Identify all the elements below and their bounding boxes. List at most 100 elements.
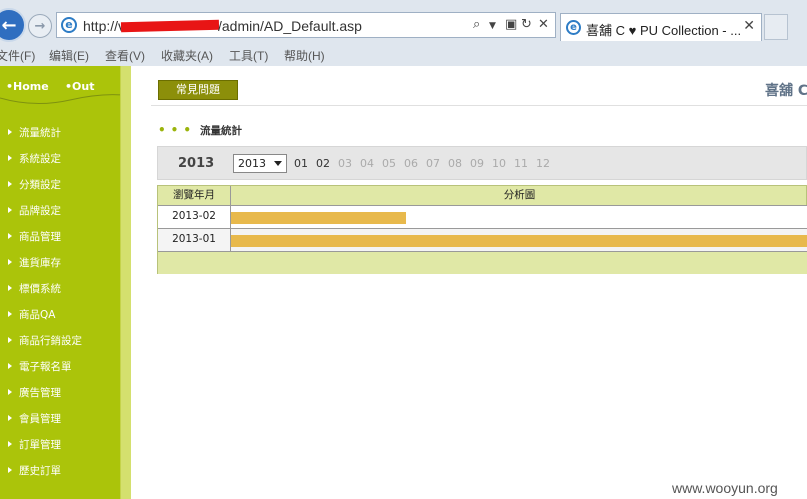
- url-path: /admin/AD_Default.asp: [218, 18, 362, 34]
- sidebar-item-ads[interactable]: 廣告管理: [8, 385, 61, 400]
- sidebar-item-label: 訂單管理: [19, 439, 61, 451]
- sidebar-item-label: 會員管理: [19, 413, 61, 425]
- redaction-mark: [120, 19, 220, 33]
- arrow-right-icon: [8, 389, 12, 395]
- month-link-05[interactable]: 05: [382, 157, 396, 170]
- sidebar-item-inventory[interactable]: 進貨庫存: [8, 255, 61, 270]
- sidebar-item-product-management[interactable]: 商品管理: [8, 229, 61, 244]
- table-row: 2013-01: [158, 228, 807, 251]
- sidebar-item-label: 標價系統: [19, 283, 61, 295]
- forward-arrow-icon: →: [34, 18, 46, 34]
- year-select[interactable]: 2013: [233, 154, 287, 173]
- menu-file[interactable]: 文件(F): [0, 44, 35, 64]
- header-divider: [151, 105, 807, 106]
- tab-close-icon[interactable]: ✕: [743, 18, 755, 34]
- menu-bar: 文件(F) 编辑(E) 查看(V) 收藏夹(A) 工具(T) 帮助(H): [0, 44, 807, 66]
- chevron-down-icon: [274, 161, 282, 166]
- sidebar-item-label: 歷史訂單: [19, 465, 61, 477]
- sidebar-item-product-qa[interactable]: 商品QA: [8, 307, 55, 322]
- sidebar-item-label: 分類設定: [19, 179, 61, 191]
- menu-help[interactable]: 帮助(H): [284, 44, 325, 64]
- bullet-dots-icon: •••: [158, 123, 197, 137]
- arrow-right-icon: [8, 441, 12, 447]
- traffic-bar: [231, 212, 406, 224]
- month-link-06[interactable]: 06: [404, 157, 418, 170]
- ie-logo-icon: e: [61, 17, 77, 33]
- sidebar-item-brand-settings[interactable]: 品牌設定: [8, 203, 61, 218]
- month-link-03[interactable]: 03: [338, 157, 352, 170]
- stop-icon[interactable]: ✕: [538, 17, 549, 32]
- arrow-right-icon: [8, 155, 12, 161]
- row-month: 2013-01: [158, 229, 231, 251]
- sidebar-item-pricing[interactable]: 標價系統: [8, 281, 61, 296]
- month-link-11[interactable]: 11: [514, 157, 528, 170]
- sidebar-item-label: 商品QA: [19, 309, 56, 321]
- sidebar-item-order-history[interactable]: 歷史訂單: [8, 463, 61, 478]
- url-prefix: http://v: [83, 18, 126, 34]
- arrow-right-icon: [8, 467, 12, 473]
- sidebar-item-label: 商品管理: [19, 231, 61, 243]
- section-title: ••• 流量統計: [158, 123, 242, 138]
- arrow-right-icon: [8, 311, 12, 317]
- main-content: 常見問題 喜舖 C ••• 流量統計 2013 2013 01 02 03 04 05 06…: [131, 66, 807, 499]
- month-link-09[interactable]: 09: [470, 157, 484, 170]
- arrow-right-icon: [8, 233, 12, 239]
- menu-edit[interactable]: 编辑(E): [49, 44, 89, 64]
- sidebar-item-label: 電子報名單: [19, 361, 72, 373]
- arrow-right-icon: [8, 363, 12, 369]
- back-button[interactable]: ←: [0, 8, 26, 42]
- table-row: 2013-02: [158, 205, 807, 228]
- sidebar-item-label: 進貨庫存: [19, 257, 61, 269]
- new-tab-button[interactable]: [764, 14, 788, 40]
- menu-favorites[interactable]: 收藏夹(A): [161, 44, 213, 64]
- section-title-text: 流量統計: [200, 125, 243, 137]
- menu-view[interactable]: 查看(V): [105, 44, 145, 64]
- menu-tools[interactable]: 工具(T): [229, 44, 268, 64]
- compatibility-view-icon[interactable]: ▣: [505, 17, 517, 32]
- sidebar-item-newsletter[interactable]: 電子報名單: [8, 359, 72, 374]
- sidebar-item-label: 系統設定: [19, 153, 61, 165]
- col-header-month: 瀏覽年月: [158, 186, 231, 205]
- decorative-swoosh: [0, 94, 131, 105]
- address-bar[interactable]: e http://v /admin/AD_Default.asp ⌕ ▼ ▣ ↻…: [56, 12, 556, 38]
- month-link-04[interactable]: 04: [360, 157, 374, 170]
- sidebar-item-orders[interactable]: 訂單管理: [8, 437, 61, 452]
- watermark: www.wooyun.org: [672, 480, 778, 496]
- arrow-right-icon: [8, 129, 12, 135]
- browser-tab[interactable]: e 喜舖 C ♥ PU Collection - ... ✕: [560, 13, 762, 41]
- sidebar-item-label: 商品行銷設定: [19, 335, 82, 347]
- site-brand: 喜舖 C: [765, 83, 807, 99]
- col-header-chart: 分析圖: [503, 189, 536, 201]
- month-link-12[interactable]: 12: [536, 157, 550, 170]
- month-link-08[interactable]: 08: [448, 157, 462, 170]
- year-select-value: 2013: [238, 157, 266, 170]
- browser-chrome: ← → e http://v /admin/AD_Default.asp ⌕ ▼…: [0, 0, 807, 66]
- month-link-02[interactable]: 02: [316, 157, 330, 170]
- year-filter-bar: 2013 2013 01 02 03 04 05 06 07 08 09 10 11 12: [157, 146, 807, 180]
- tab-ie-icon: e: [566, 20, 581, 35]
- sidebar-item-system-settings[interactable]: 系統設定: [8, 151, 61, 166]
- year-heading: 2013: [178, 156, 215, 171]
- sidebar-item-category-settings[interactable]: 分類設定: [8, 177, 61, 192]
- month-link-10[interactable]: 10: [492, 157, 506, 170]
- arrow-right-icon: [8, 337, 12, 343]
- table-footer: [158, 251, 807, 274]
- traffic-table: 瀏覽年月 分析圖 2013-02 2013-01: [157, 185, 807, 274]
- arrow-right-icon: [8, 415, 12, 421]
- sidebar-item-marketing[interactable]: 商品行銷設定: [8, 333, 82, 348]
- arrow-right-icon: [8, 285, 12, 291]
- sidebar-edge: [120, 66, 131, 499]
- month-link-01[interactable]: 01: [294, 157, 308, 170]
- arrow-right-icon: [8, 207, 12, 213]
- month-link-07[interactable]: 07: [426, 157, 440, 170]
- search-icon[interactable]: ⌕: [473, 17, 480, 32]
- forward-button[interactable]: →: [28, 14, 52, 38]
- sidebar-item-members[interactable]: 會員管理: [8, 411, 61, 426]
- dropdown-chevron-icon[interactable]: ▼: [489, 21, 496, 31]
- sidebar-item-label: 流量統計: [19, 127, 61, 139]
- faq-button[interactable]: 常見問題: [158, 80, 238, 100]
- sidebar-item-label: 品牌設定: [19, 205, 61, 217]
- refresh-icon[interactable]: ↻: [521, 17, 532, 32]
- arrow-right-icon: [8, 259, 12, 265]
- sidebar-item-traffic-stats[interactable]: 流量統計: [8, 125, 61, 140]
